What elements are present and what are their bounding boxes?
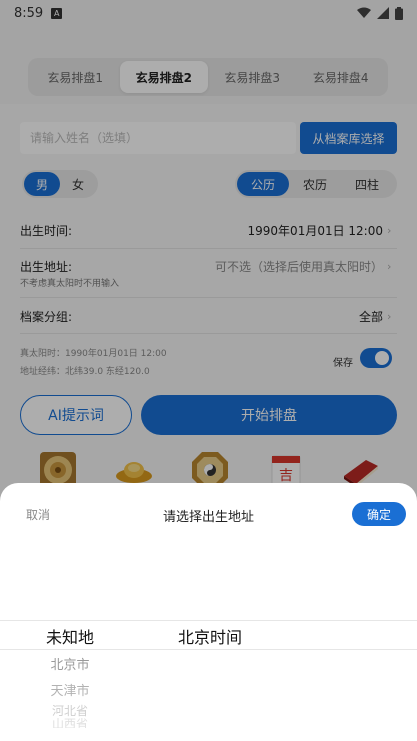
- address-picker-sheet: 取消 请选择出生地址 确定 未知地 北京市 天津市 河北省 山西省 北京时间: [0, 483, 417, 741]
- timezone-column[interactable]: 北京时间: [160, 622, 260, 650]
- picker-item[interactable]: 北京时间: [160, 622, 260, 650]
- confirm-button[interactable]: 确定: [352, 502, 406, 526]
- picker-item[interactable]: 河北省: [30, 702, 110, 718]
- province-column[interactable]: 未知地 北京市 天津市 河北省 山西省: [30, 622, 110, 728]
- picker-item[interactable]: 北京市: [30, 650, 110, 676]
- picker-item[interactable]: 天津市: [30, 676, 110, 702]
- picker-item[interactable]: 山西省: [30, 718, 110, 728]
- picker-item[interactable]: 未知地: [30, 622, 110, 650]
